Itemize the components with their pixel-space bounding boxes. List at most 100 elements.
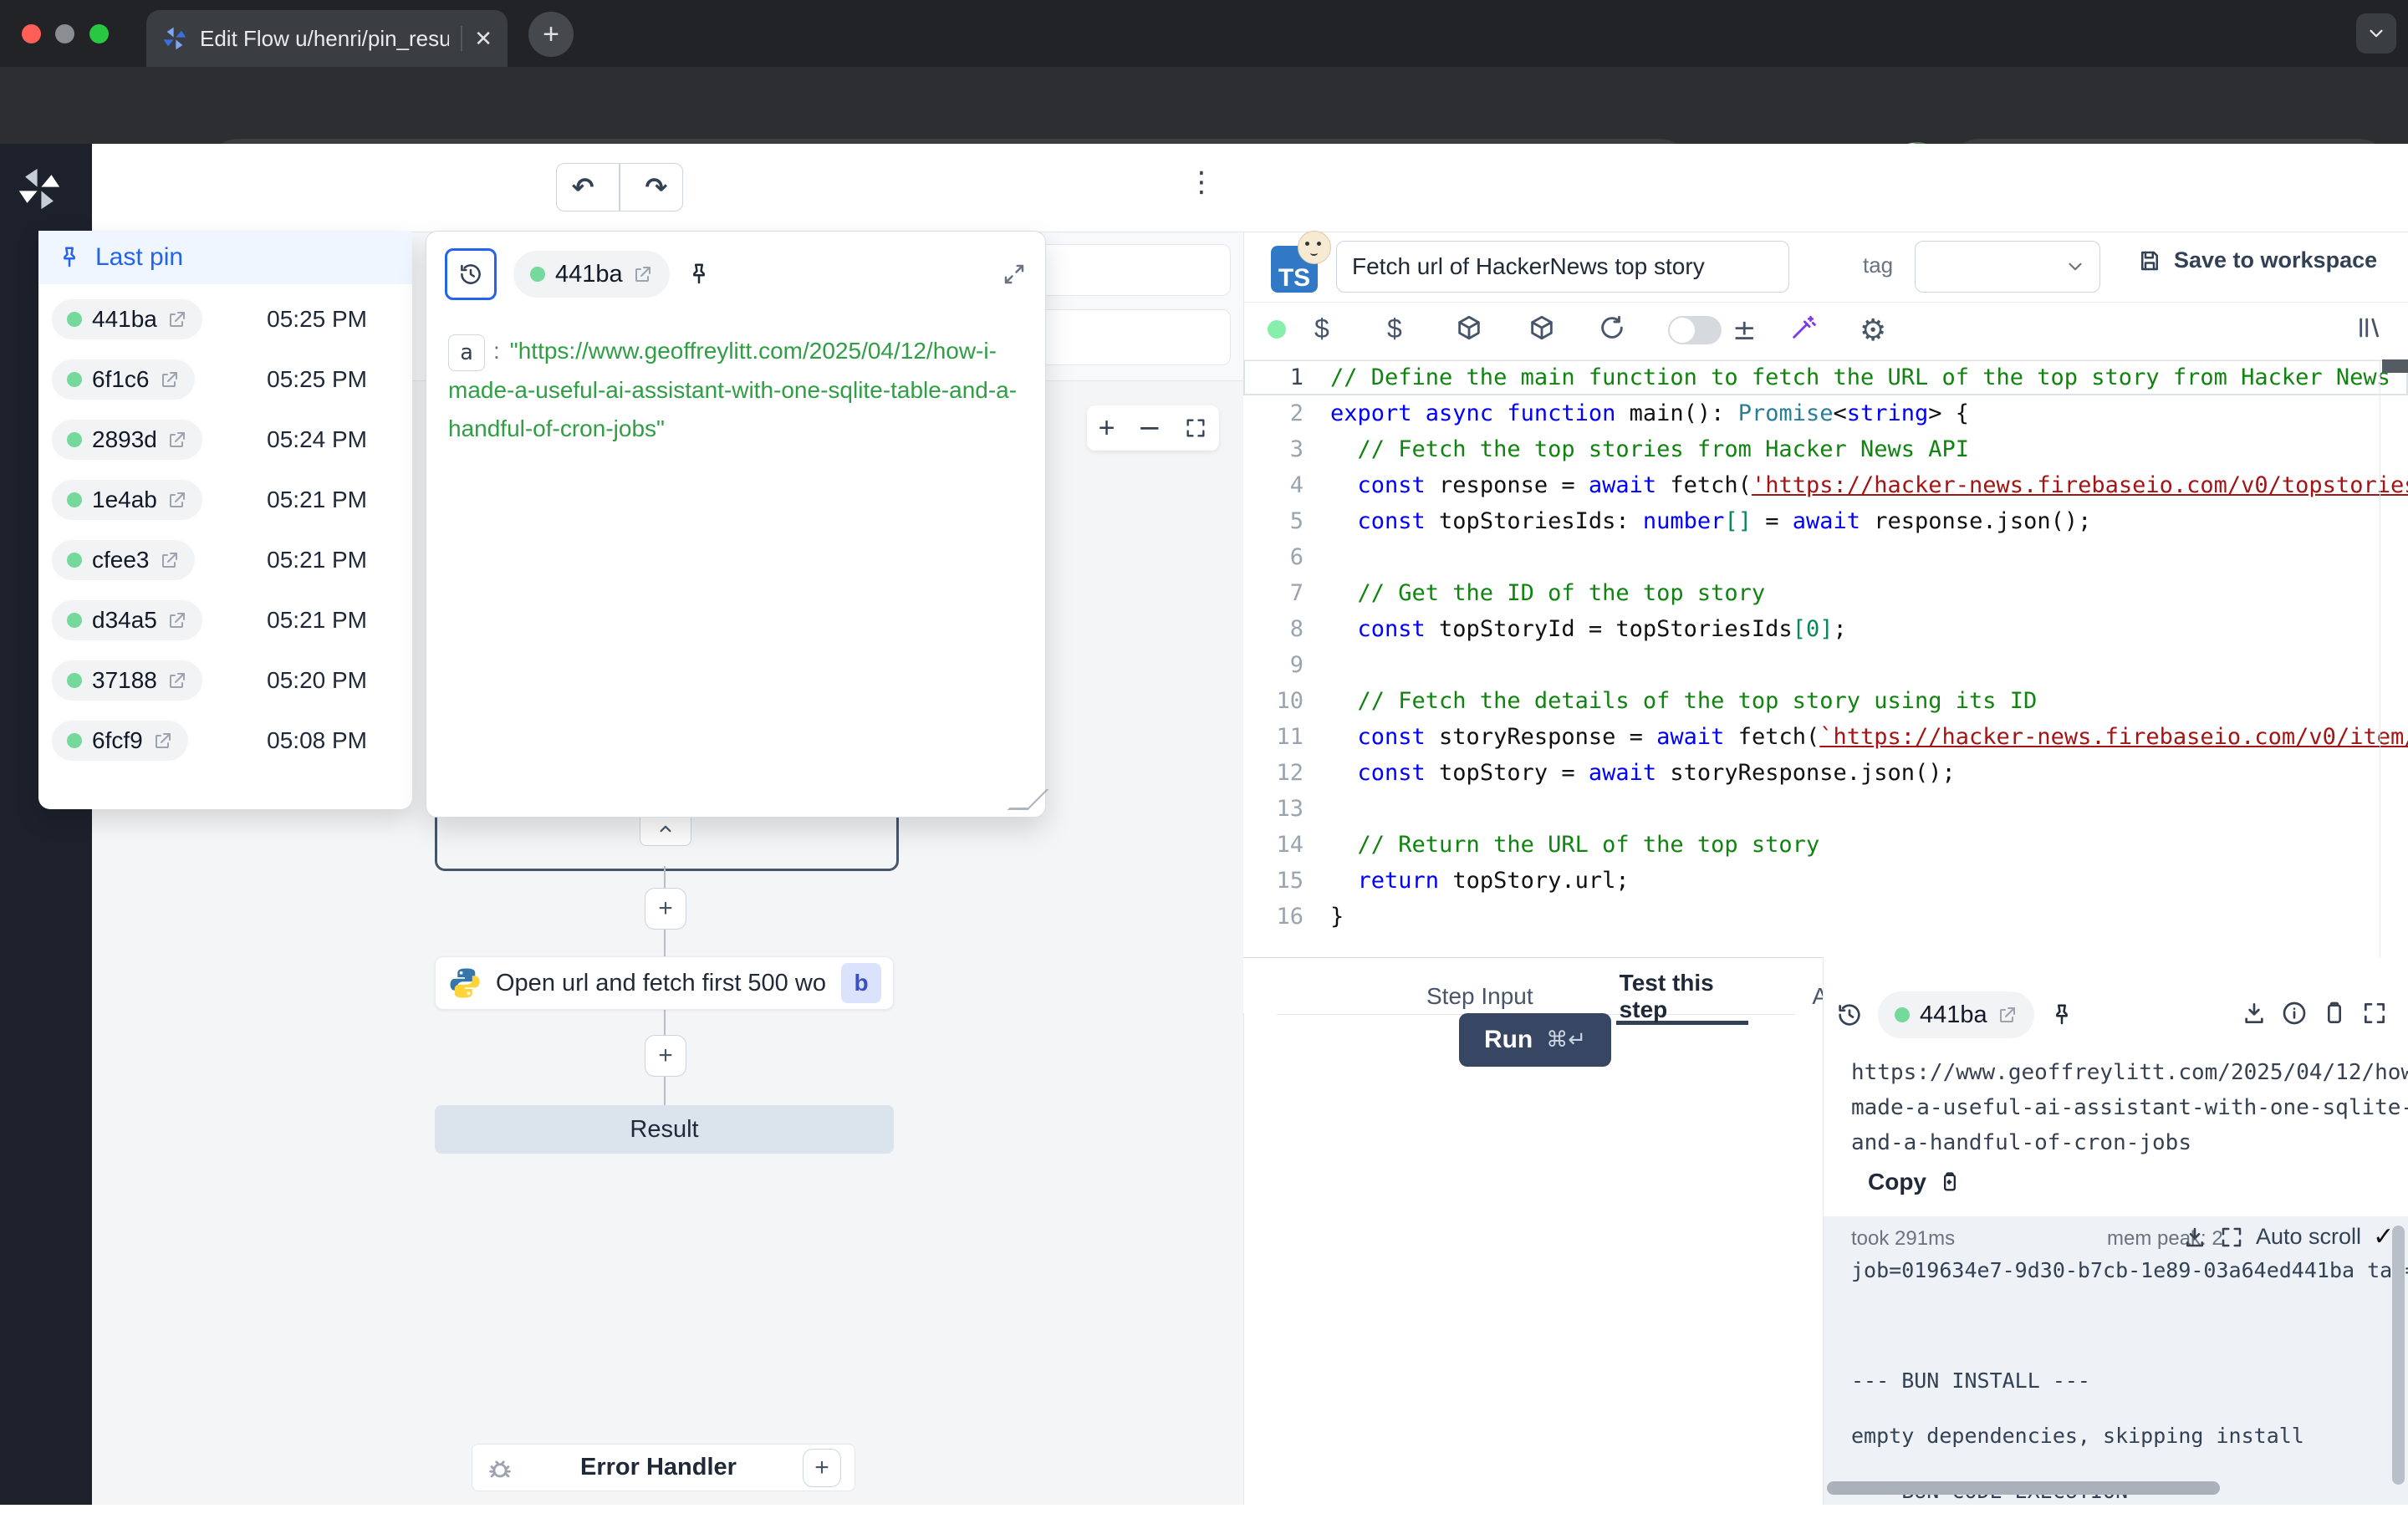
expand-popup-icon[interactable] xyxy=(1002,262,1027,287)
external-link-icon[interactable] xyxy=(160,369,180,390)
insert-step-button[interactable]: + xyxy=(645,1035,686,1077)
flow-step-node[interactable]: Open url and fetch first 500 words of ..… xyxy=(435,956,894,1010)
pin-id-pill[interactable]: d34a5 xyxy=(52,600,202,640)
code-editor[interactable]: 1// Define the main function to fetch th… xyxy=(1243,359,2408,957)
tab-test-this-step[interactable]: Test this step xyxy=(1616,968,1749,1025)
zoom-out-button[interactable]: − xyxy=(1138,411,1162,445)
insert-step-button[interactable]: + xyxy=(645,888,686,930)
close-tab-icon[interactable]: ✕ xyxy=(474,26,492,52)
pin-id: 441ba xyxy=(555,261,623,288)
pin-id-pill[interactable]: cfee3 xyxy=(52,540,195,580)
code-line[interactable]: 12 const topStory = await storyResponse.… xyxy=(1243,755,2408,791)
tag-select[interactable] xyxy=(1915,241,2100,293)
download-icon[interactable] xyxy=(2182,1225,2207,1250)
collapse-chevron-button[interactable] xyxy=(640,813,691,846)
pin-id-pill[interactable]: 1e4ab xyxy=(52,480,202,520)
package-icon[interactable] xyxy=(1455,313,1483,342)
pin-id-pill[interactable]: 441ba xyxy=(52,299,202,339)
external-link-icon[interactable] xyxy=(167,670,187,691)
external-link-icon[interactable] xyxy=(167,309,187,329)
history-button[interactable] xyxy=(445,248,497,300)
resize-handle[interactable] xyxy=(1008,789,1049,810)
external-link-icon[interactable] xyxy=(153,731,173,751)
history-icon[interactable] xyxy=(1836,1001,1863,1028)
pin-id-pill[interactable]: 2893d xyxy=(52,420,202,460)
pin-id-pill[interactable]: 441ba xyxy=(1878,991,2034,1038)
windmill-logo[interactable] xyxy=(15,165,64,213)
external-link-icon[interactable] xyxy=(167,430,187,450)
diff-mode-toggle[interactable] xyxy=(1668,316,1722,344)
ai-wand-icon[interactable] xyxy=(1789,313,1818,342)
code-line[interactable]: 2export async function main(): Promise<s… xyxy=(1243,395,2408,431)
code-line[interactable]: 11 const storyResponse = await fetch(`ht… xyxy=(1243,719,2408,755)
code-line[interactable]: 5 const topStoriesIds: number[] = await … xyxy=(1243,503,2408,539)
info-icon[interactable] xyxy=(2281,1000,2308,1027)
status-dot xyxy=(67,553,82,568)
more-options-icon[interactable]: ⋮ xyxy=(1187,166,1216,199)
undo-button[interactable]: ↶ xyxy=(557,171,609,203)
pin-id-pill[interactable]: 441ba xyxy=(513,251,670,298)
resources-icon[interactable]: $ xyxy=(1387,313,1402,344)
download-icon[interactable] xyxy=(2241,1000,2268,1027)
external-link-icon[interactable] xyxy=(160,550,180,570)
vertical-scrollbar[interactable] xyxy=(2392,1226,2405,1485)
copy-button[interactable]: Copy xyxy=(1868,1169,1962,1195)
external-link-icon[interactable] xyxy=(167,490,187,510)
code-line[interactable]: 13 xyxy=(1243,791,2408,827)
minimize-window-button[interactable] xyxy=(55,24,74,43)
code-line[interactable]: 15 return topStory.url; xyxy=(1243,863,2408,899)
save-to-workspace-button[interactable]: Save to workspace xyxy=(2137,247,2377,273)
status-dot xyxy=(67,733,82,748)
result-node[interactable]: Result xyxy=(435,1105,894,1154)
external-link-icon[interactable] xyxy=(167,610,187,630)
result-url-line: made-a-useful-ai-assistant-with-one-sqli… xyxy=(1851,1090,2408,1125)
add-error-handler-button[interactable]: + xyxy=(803,1449,841,1487)
code-line[interactable]: 1// Define the main function to fetch th… xyxy=(1243,359,2408,395)
close-window-button[interactable] xyxy=(22,24,41,43)
error-handler-node[interactable]: Error Handler + xyxy=(472,1444,855,1491)
pin-icon[interactable] xyxy=(2049,1002,2074,1027)
zoom-window-button[interactable] xyxy=(89,24,109,43)
code-line[interactable]: 3 // Fetch the top stories from Hacker N… xyxy=(1243,431,2408,467)
code-line[interactable]: 6 xyxy=(1243,539,2408,575)
log-line: --- BUN INSTALL --- xyxy=(1851,1368,2408,1424)
external-link-icon[interactable] xyxy=(1997,1005,2018,1025)
refresh-icon[interactable] xyxy=(1598,313,1626,342)
code-line[interactable]: 16} xyxy=(1243,899,2408,935)
fit-view-icon[interactable] xyxy=(1184,416,1207,440)
auto-scroll-label[interactable]: Auto scroll xyxy=(2256,1224,2361,1250)
step-title-input[interactable]: Fetch url of HackerNews top story xyxy=(1336,241,1789,293)
clipboard-icon[interactable] xyxy=(2321,1000,2348,1027)
pin-icon[interactable] xyxy=(686,262,712,287)
tab-search-button[interactable] xyxy=(2356,13,2396,54)
run-button[interactable]: Run ⌘↵ xyxy=(1459,1013,1611,1067)
library-icon[interactable] xyxy=(2356,313,2385,342)
horizontal-scrollbar[interactable] xyxy=(1827,1481,2220,1495)
fullscreen-icon[interactable] xyxy=(2361,1000,2388,1027)
diff-plusminus-icon[interactable]: ± xyxy=(1732,313,1757,347)
external-link-icon[interactable] xyxy=(633,264,653,284)
pin-id-pill[interactable]: 6fcf9 xyxy=(52,721,188,761)
browser-tab[interactable]: Edit Flow u/henri/pin_results ✕ xyxy=(146,10,508,67)
code-line[interactable]: 8 const topStoryId = topStoriesIds[0]; xyxy=(1243,611,2408,647)
pin-time: 05:21 PM xyxy=(267,487,367,513)
pin-id-pill[interactable]: 37188 xyxy=(52,660,202,701)
package-icon[interactable] xyxy=(1528,313,1556,342)
last-pin-header: Last pin xyxy=(38,231,412,284)
editor-settings-icon[interactable]: ⚙ xyxy=(1860,313,1886,348)
code-line[interactable]: 9 xyxy=(1243,647,2408,683)
code-line[interactable]: 4 const response = await fetch('https://… xyxy=(1243,467,2408,503)
redo-button[interactable]: ↷ xyxy=(630,171,682,203)
log-actions: Auto scroll ✓ xyxy=(2182,1222,2394,1251)
variables-icon[interactable]: $ xyxy=(1314,313,1329,344)
expand-icon[interactable] xyxy=(2219,1225,2244,1250)
pin-id-pill[interactable]: 6f1c6 xyxy=(52,359,195,400)
minimap-slider[interactable] xyxy=(2382,359,2408,373)
code-line[interactable]: 10 // Fetch the details of the top story… xyxy=(1243,683,2408,719)
new-tab-button[interactable]: + xyxy=(528,12,574,57)
button-divider xyxy=(619,164,620,211)
code-line[interactable]: 14 // Return the URL of the top story xyxy=(1243,827,2408,863)
code-line[interactable]: 7 // Get the ID of the top story xyxy=(1243,575,2408,611)
zoom-in-button[interactable]: + xyxy=(1099,412,1115,445)
result-actions xyxy=(2241,1000,2388,1027)
